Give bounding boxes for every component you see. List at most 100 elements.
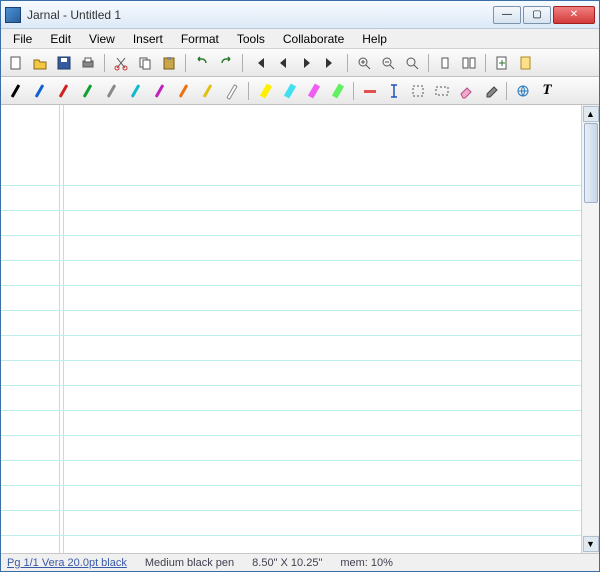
ruled-line [1,235,581,236]
last-page-button[interactable] [320,52,342,74]
separator [248,82,249,100]
last-page-icon [323,55,339,71]
copy-button[interactable] [134,52,156,74]
prev-page-icon [275,55,291,71]
zoom-in-icon [356,55,372,71]
pen-black-button[interactable] [5,80,27,102]
ruled-line [1,460,581,461]
cut-button[interactable] [110,52,132,74]
select-rect-button[interactable] [407,80,429,102]
scroll-thumb[interactable] [584,123,598,203]
print-button[interactable] [77,52,99,74]
pen-blue-button[interactable] [29,80,51,102]
pen-white-icon [224,83,240,99]
toolbar-pens: T [1,77,599,105]
app-icon [5,7,21,23]
zoom-fit-button[interactable] [401,52,423,74]
pen-orange-icon [176,83,192,99]
paste-button[interactable] [158,52,180,74]
pen-yellow-button[interactable] [197,80,219,102]
dropper-icon [482,83,498,99]
zoom-out-button[interactable] [377,52,399,74]
pen-red-button[interactable] [53,80,75,102]
eraser-button[interactable] [455,80,477,102]
maximize-button[interactable]: ▢ [523,6,551,24]
pen-magenta-button[interactable] [149,80,171,102]
text-tool-button[interactable]: T [536,80,558,102]
save-button[interactable] [53,52,75,74]
pen-red-icon [56,83,72,99]
network-button[interactable] [512,80,534,102]
menu-file[interactable]: File [5,30,40,48]
separator [428,54,429,72]
menu-edit[interactable]: Edit [42,30,79,48]
ruler-icon [362,83,378,99]
paper [1,105,581,553]
ruled-line [1,335,581,336]
redo-icon [218,55,234,71]
one-page-button[interactable] [434,52,456,74]
next-page-button[interactable] [296,52,318,74]
select-area-icon [434,83,450,99]
new-button[interactable] [5,52,27,74]
print-icon [80,55,96,71]
scroll-down-button[interactable]: ▼ [583,536,599,552]
menu-insert[interactable]: Insert [125,30,171,48]
separator [347,54,348,72]
pen-black-icon [8,83,24,99]
text-caret-icon [386,83,402,99]
redo-button[interactable] [215,52,237,74]
zoom-in-button[interactable] [353,52,375,74]
statusbar: Pg 1/1 Vera 20.0pt black Medium black pe… [1,553,599,571]
pen-green-button[interactable] [77,80,99,102]
first-page-button[interactable] [248,52,270,74]
highlighter-magenta-icon [305,83,321,99]
vertical-scrollbar[interactable]: ▲ ▼ [581,105,599,553]
ruled-line [1,360,581,361]
highlighter-cyan-button[interactable] [278,80,300,102]
two-page-icon [461,55,477,71]
canvas[interactable] [1,105,581,553]
pen-gray-button[interactable] [101,80,123,102]
pen-cyan-button[interactable] [125,80,147,102]
status-page[interactable]: Pg 1/1 Vera 20.0pt black [7,557,127,569]
open-button[interactable] [29,52,51,74]
new-page-button[interactable] [491,52,513,74]
menu-collaborate[interactable]: Collaborate [275,30,352,48]
ruled-line [1,535,581,536]
two-page-button[interactable] [458,52,480,74]
toolbar-main [1,49,599,77]
status-pen: Medium black pen [145,557,234,569]
scroll-track[interactable] [583,123,599,535]
background-page-button[interactable] [515,52,537,74]
minimize-button[interactable]: — [493,6,521,24]
dropper-button[interactable] [479,80,501,102]
menu-help[interactable]: Help [354,30,395,48]
pen-white-button[interactable] [221,80,243,102]
highlighter-yellow-button[interactable] [254,80,276,102]
close-button[interactable]: ✕ [553,6,595,24]
window-title: Jarnal - Untitled 1 [27,8,493,22]
ruler-button[interactable] [359,80,381,102]
highlighter-cyan-icon [281,83,297,99]
menu-format[interactable]: Format [173,30,227,48]
ruled-line [1,510,581,511]
menu-view[interactable]: View [81,30,123,48]
workarea: ▲ ▼ [1,105,599,553]
menu-tools[interactable]: Tools [229,30,273,48]
highlighter-green-button[interactable] [326,80,348,102]
select-area-button[interactable] [431,80,453,102]
paste-icon [161,55,177,71]
prev-page-button[interactable] [272,52,294,74]
eraser-icon [458,83,474,99]
ruled-line [1,285,581,286]
network-icon [515,83,531,99]
highlighter-magenta-button[interactable] [302,80,324,102]
ruled-line [1,210,581,211]
undo-button[interactable] [191,52,213,74]
text-caret-button[interactable] [383,80,405,102]
pen-orange-button[interactable] [173,80,195,102]
ruled-line [1,260,581,261]
titlebar: Jarnal - Untitled 1 — ▢ ✕ [1,1,599,29]
scroll-up-button[interactable]: ▲ [583,106,599,122]
